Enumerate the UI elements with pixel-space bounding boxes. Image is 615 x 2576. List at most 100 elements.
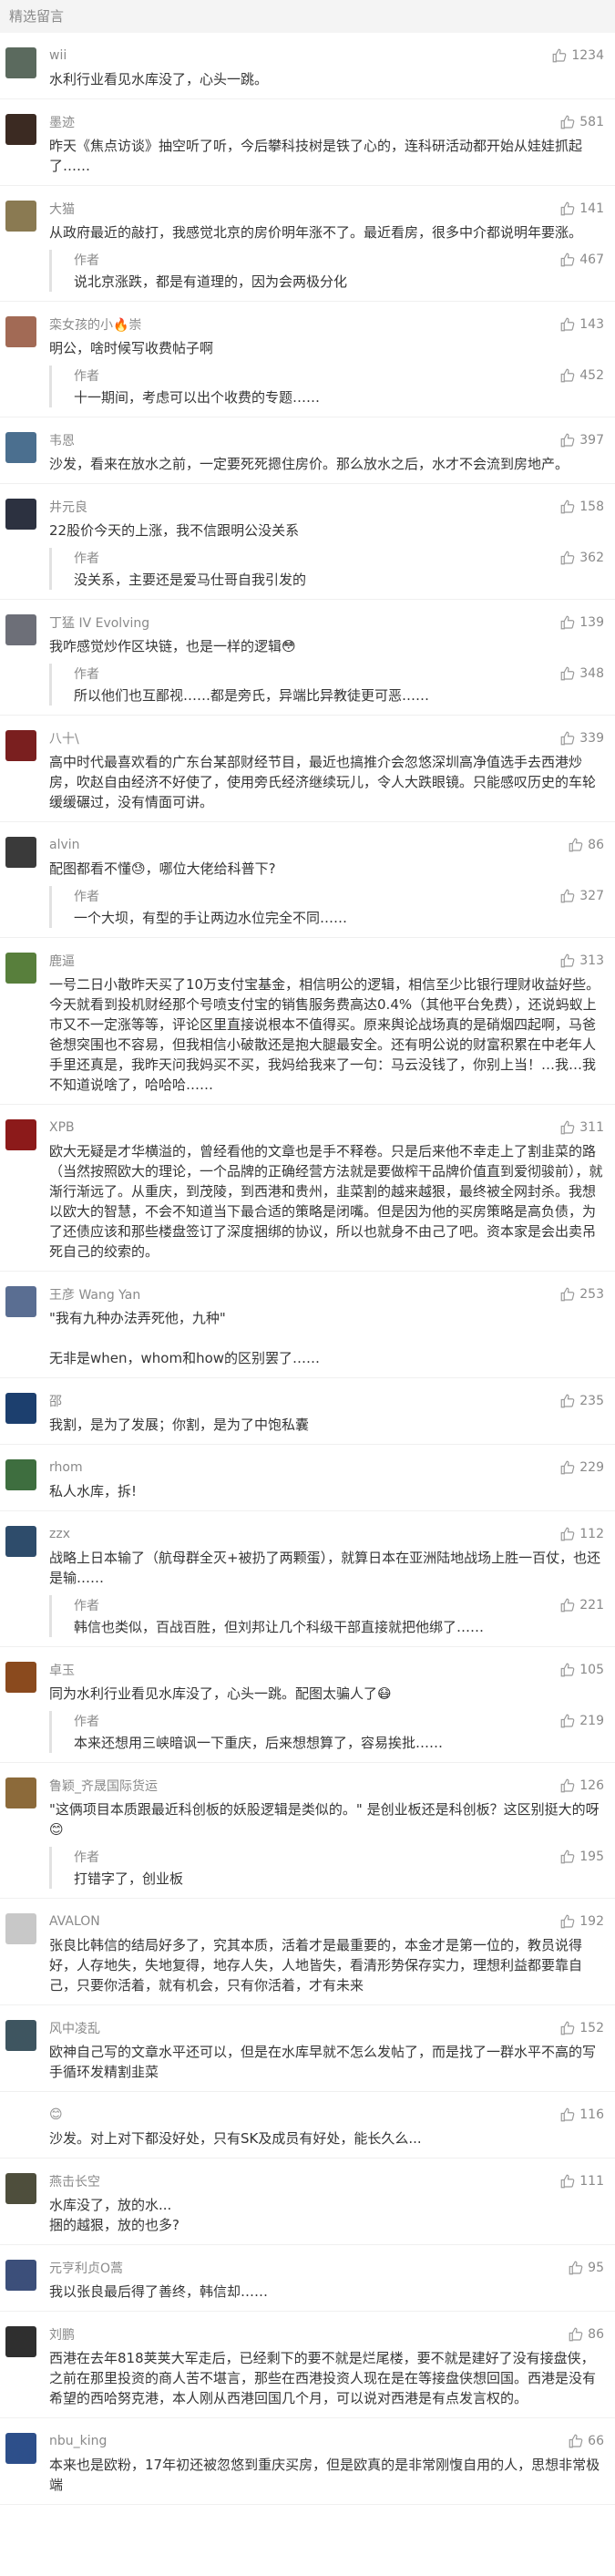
like-button[interactable]: 105 (559, 1662, 604, 1678)
like-button[interactable]: 139 (559, 614, 604, 631)
reply-like-button[interactable]: 221 (559, 1597, 604, 1613)
commenter-name: alvin (49, 838, 80, 852)
thumbs-up-icon (559, 1913, 579, 1930)
avatar[interactable] (5, 2107, 36, 2138)
like-button[interactable]: 126 (559, 1777, 604, 1794)
commenter-name: 刘鹏 (49, 2328, 75, 2343)
like-button[interactable]: 141 (559, 201, 604, 217)
avatar[interactable] (5, 47, 36, 78)
comment-item: 卓玉 105 同为水利行业看见水库没了，心头一跳。配图太骗人了😷 作者 219 本来还想用… (0, 1647, 615, 1763)
like-button[interactable]: 235 (559, 1393, 604, 1409)
commenter-name: 元亨利贞O蒿 (49, 2262, 124, 2276)
comment-text: 一号二日小散昨天买了10万支付宝基金，相信明公的逻辑，相信至少比银行理财收益好些… (49, 976, 600, 1093)
avatar[interactable] (5, 1459, 36, 1490)
reply-text: 所以他们也互鄙视……都是旁氏，异端比异教徒更可恶…… (74, 687, 430, 704)
avatar[interactable] (5, 614, 36, 645)
comment-item: wii 1234 水利行业看见水库没了，心头一跳。 (0, 33, 615, 99)
avatar[interactable] (5, 730, 36, 761)
reply-like-count: 362 (579, 551, 604, 565)
comment-text: 配图都看不懂😓，哪位大佬给科普下? (49, 860, 276, 877)
comment-item: 丁猛 IV Evolving 139 我咋感觉炒作区块链，也是一样的逻辑😳 作者 348… (0, 600, 615, 716)
like-button[interactable]: 397 (559, 432, 604, 448)
avatar[interactable] (5, 499, 36, 530)
like-button[interactable]: 229 (559, 1459, 604, 1476)
reply-author: 作者 (74, 890, 99, 904)
avatar[interactable] (5, 2433, 36, 2464)
like-count: 95 (588, 2261, 604, 2275)
avatar[interactable] (5, 837, 36, 868)
avatar[interactable] (5, 2260, 36, 2291)
like-button[interactable]: 111 (559, 2173, 604, 2190)
avatar[interactable] (5, 201, 36, 232)
like-button[interactable]: 86 (568, 2326, 604, 2343)
like-count: 111 (579, 2174, 604, 2189)
reply-like-count: 221 (579, 1598, 604, 1613)
reply-like-button[interactable]: 452 (559, 367, 604, 384)
avatar[interactable] (5, 2326, 36, 2357)
reply-like-button[interactable]: 195 (559, 1849, 604, 1865)
like-button[interactable]: 158 (559, 499, 604, 515)
comment-body: 大猫 141 从政府最近的敲打，我感觉北京的房价明年涨不了。最近看房，很多中介都说明… (49, 199, 604, 292)
avatar[interactable] (5, 1286, 36, 1317)
avatar[interactable] (5, 316, 36, 347)
avatar[interactable] (5, 2020, 36, 2051)
avatar[interactable] (5, 1526, 36, 1557)
like-button[interactable]: 339 (559, 730, 604, 747)
like-button[interactable]: 253 (559, 1286, 604, 1303)
reply-like-button[interactable]: 348 (559, 665, 604, 682)
comment-body: zzx 112 战略上日本输了（航母群全灭+被扔了两颗蛋），就算日本在亚洲陆地战场上… (49, 1524, 604, 1637)
thumbs-up-icon (551, 47, 571, 64)
like-button[interactable]: 313 (559, 953, 604, 969)
comment-body: 鹿逼 313 一号二日小散昨天买了10万支付宝基金，相信明公的逻辑，相信至少比银行理… (49, 951, 604, 1095)
comment-text: "这俩项目本质跟最近科创板的妖股逻辑是类似的。" 是创业板还是科创板？这区别挺大… (49, 1801, 600, 1838)
avatar[interactable] (5, 1119, 36, 1150)
reply-author: 作者 (74, 551, 99, 566)
like-button[interactable]: 143 (559, 316, 604, 333)
comment-item: 元亨利贞O蒿 95 我以张良最后得了善终，韩信却…… (0, 2245, 615, 2312)
commenter-name: 鹿逼 (49, 954, 75, 969)
like-button[interactable]: 152 (559, 2020, 604, 2036)
reply-like-button[interactable]: 362 (559, 550, 604, 566)
reply-like-button[interactable]: 327 (559, 888, 604, 904)
thumbs-up-icon (559, 1713, 579, 1729)
thumbs-up-icon (559, 316, 579, 333)
like-count: 86 (588, 2327, 604, 2342)
comments-page: 精选留言 wii 1234 水利行业看见水库没了，心头一跳。 墨迹 581 昨天《焦点访谈… (0, 0, 615, 2576)
like-button[interactable]: 95 (568, 2260, 604, 2276)
avatar[interactable] (5, 1393, 36, 1424)
author-reply: 作者 452 十一期间，考虑可以出个收费的专题…… (49, 366, 604, 407)
thumbs-up-icon (559, 1597, 579, 1613)
like-button[interactable]: 86 (568, 837, 604, 853)
avatar[interactable] (5, 2173, 36, 2204)
reply-text: 打错字了，创业板 (74, 1870, 184, 1887)
avatar[interactable] (5, 432, 36, 463)
avatar[interactable] (5, 1913, 36, 1944)
like-button[interactable]: 116 (559, 2107, 604, 2123)
comment-text: 高中时代最喜欢看的广东台某部财经节目，最近也搞推介会忽悠深圳高净值选手去西港炒房… (49, 754, 597, 810)
reply-like-button[interactable]: 219 (559, 1713, 604, 1729)
thumbs-up-icon (559, 888, 579, 904)
avatar[interactable] (5, 1777, 36, 1808)
thumbs-up-icon (559, 614, 579, 631)
thumbs-up-icon (559, 1662, 579, 1678)
thumbs-up-icon (559, 2173, 579, 2190)
comment-body: AVALON 192 张良比韩信的结局好多了，究其本质，活着才是最重要的，本金才是第… (49, 1911, 604, 1995)
like-button[interactable]: 192 (559, 1913, 604, 1930)
thumbs-up-icon (559, 1286, 579, 1303)
like-button[interactable]: 1234 (551, 47, 604, 64)
reply-like-button[interactable]: 467 (559, 252, 604, 268)
like-button[interactable]: 112 (559, 1526, 604, 1542)
avatar[interactable] (5, 114, 36, 145)
reply-text: 十一期间，考虑可以出个收费的专题…… (74, 389, 321, 406)
comment-text: 同为水利行业看见水库没了，心头一跳。配图太骗人了😷 (49, 1685, 392, 1702)
like-button[interactable]: 66 (568, 2433, 604, 2449)
avatar[interactable] (5, 953, 36, 984)
comment-text: 我割，是为了发展；你割，是为了中饱私囊 (49, 1417, 310, 1433)
like-button[interactable]: 581 (559, 114, 604, 130)
avatar[interactable] (5, 1662, 36, 1693)
comment-item: XPB 311 欧大无疑是才华横溢的，曾经看他的文章也是手不释卷。只是后来他不幸走上… (0, 1105, 615, 1272)
like-button[interactable]: 311 (559, 1119, 604, 1136)
commenter-name: zzx (49, 1527, 70, 1541)
comment-text: 沙发。对上对下都没好处，只有SK及成员有好处，能长久么... (49, 2130, 422, 2147)
comment-body: 风中凌乱 152 欧神自己写的文章水平还可以，但是在水库早就不怎么发帖了，而是找了一… (49, 2018, 604, 2082)
